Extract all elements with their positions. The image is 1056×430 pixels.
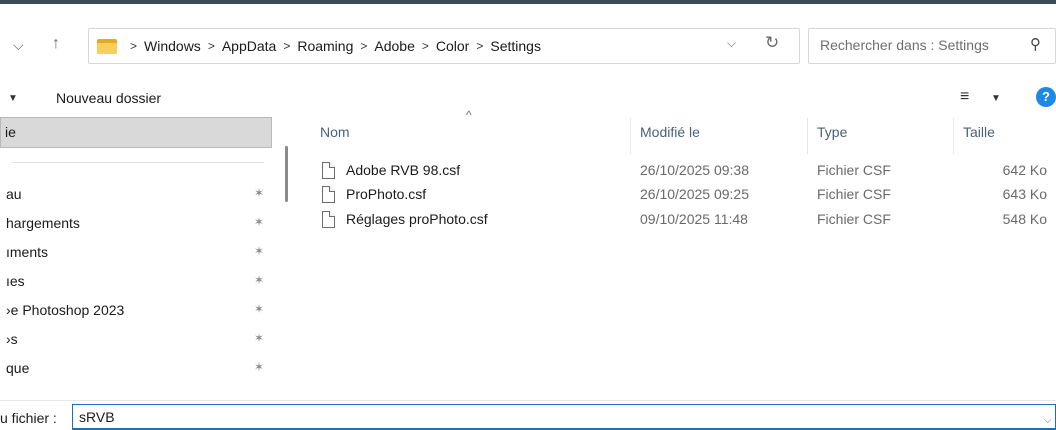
file-name: Adobe RVB 98.csf [346,162,461,178]
file-modified: 26/10/2025 09:38 [640,162,749,178]
file-modified: 09/10/2025 11:48 [640,211,748,227]
nav-item-label: ıes [6,273,25,289]
nav-pane-scrollbar[interactable] [285,146,288,202]
file-type: Fichier CSF [817,186,891,202]
nav-item-videos[interactable]: ›s ✶ [0,325,270,353]
nav-item-desktop[interactable]: au ✶ [0,180,270,208]
search-icon[interactable]: ⚲ [1030,35,1041,53]
pin-icon[interactable]: ✶ [254,186,264,200]
nav-item-label: hargements [6,215,80,231]
nav-item-music[interactable]: que ✶ [0,354,270,382]
nav-item-images[interactable]: ıes ✶ [0,267,270,295]
pin-icon[interactable]: ✶ [254,273,264,287]
file-name: Réglages proPhoto.csf [346,211,488,227]
column-header-modified[interactable]: Modifié le [640,124,700,140]
file-size: 643 Ko [1002,186,1047,202]
nav-item-label: ›s [6,331,18,347]
pin-icon[interactable]: ✶ [254,215,264,229]
breadcrumb-separator[interactable]: > [476,39,483,53]
file-type: Fichier CSF [817,211,891,227]
breadcrumb-separator: > [130,39,138,53]
pin-icon[interactable]: ✶ [254,302,264,316]
address-bar[interactable]: > Windows > AppData > Roaming > Adobe > … [88,28,800,64]
column-header-type[interactable]: Type [817,124,847,140]
file-icon [322,211,335,228]
pin-icon[interactable]: ✶ [254,244,264,258]
breadcrumb-color[interactable]: Color [436,38,469,54]
file-type: Fichier CSF [817,162,891,178]
nav-divider [12,162,264,163]
column-divider[interactable] [807,118,808,154]
breadcrumb-separator[interactable]: > [422,39,429,53]
folder-icon [97,38,117,54]
pin-icon[interactable]: ✶ [254,331,264,345]
file-name: ProPhoto.csf [346,186,427,202]
column-divider[interactable] [630,118,631,154]
nav-item-selected-label: ie [5,124,16,140]
column-divider[interactable] [953,118,954,154]
column-header-name[interactable]: Nom [320,124,350,140]
file-icon [322,162,335,179]
file-row[interactable]: Adobe RVB 98.csf 26/10/2025 09:38 Fichie… [320,161,1056,183]
nav-item-label: ıments [6,244,49,260]
view-options-icon[interactable]: ≡ [960,88,969,106]
breadcrumb-windows[interactable]: Windows [144,38,201,54]
nav-item-adobe-photoshop[interactable]: ›e Photoshop 2023 ✶ [0,296,270,324]
nav-item-label: au [6,186,22,202]
breadcrumb-appdata[interactable]: AppData [222,38,276,54]
file-size: 642 Ko [1002,162,1047,178]
bottom-separator [0,400,1056,401]
search-placeholder[interactable]: Rechercher dans : Settings [820,37,989,53]
file-row[interactable]: Réglages proPhoto.csf 09/10/2025 11:48 F… [320,210,1056,232]
filename-dropdown-icon[interactable]: ⌵ [1044,415,1052,426]
organize-dropdown-icon[interactable]: ▼ [8,93,18,104]
file-modified: 26/10/2025 09:25 [640,186,749,202]
recent-locations-dropdown-icon[interactable]: ⌵ [13,35,24,55]
filename-input[interactable] [72,404,1056,430]
pin-icon[interactable]: ✶ [254,360,264,374]
new-folder-button[interactable]: Nouveau dossier [56,90,161,106]
breadcrumb-separator[interactable]: > [283,39,290,53]
nav-item-selected[interactable] [0,117,272,148]
refresh-icon[interactable]: ↻ [765,33,779,53]
help-icon[interactable]: ? [1036,87,1056,107]
breadcrumb-separator[interactable]: > [208,39,215,53]
address-history-dropdown-icon[interactable]: ⌵ [727,36,736,51]
up-arrow-icon[interactable]: ↑ [52,34,60,54]
breadcrumb-adobe[interactable]: Adobe [374,38,414,54]
view-dropdown-icon[interactable]: ▼ [991,93,1001,104]
nav-item-documents[interactable]: ıments ✶ [0,238,270,266]
breadcrumb-separator[interactable]: > [360,39,367,53]
filename-label: u fichier : [0,410,57,426]
file-icon [322,186,335,203]
nav-item-label: ›e Photoshop 2023 [6,302,125,318]
file-size: 548 Ko [1002,211,1047,227]
nav-item-label: que [6,360,30,376]
nav-item-downloads[interactable]: hargements ✶ [0,209,270,237]
breadcrumb: > Windows > AppData > Roaming > Adobe > … [123,38,541,54]
file-row[interactable]: ProPhoto.csf 26/10/2025 09:25 Fichier CS… [320,185,1056,207]
sort-ascending-icon: ^ [466,108,472,122]
window-top-border [0,0,1056,4]
column-header-size[interactable]: Taille [963,124,995,140]
breadcrumb-settings[interactable]: Settings [490,38,541,54]
breadcrumb-roaming[interactable]: Roaming [297,38,353,54]
